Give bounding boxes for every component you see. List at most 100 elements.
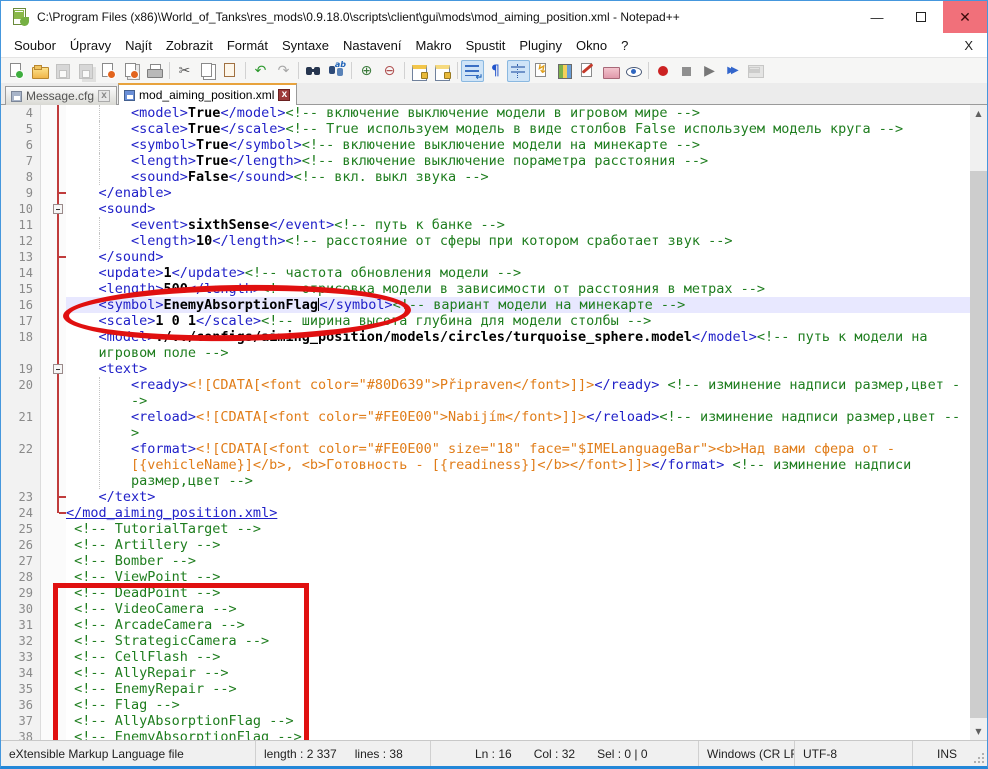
fold-margin[interactable] [50, 137, 66, 153]
code-line-30[interactable]: 30<!-- VideoCamera --> [1, 601, 970, 617]
code-line-33[interactable]: 33<!-- CellFlash --> [1, 649, 970, 665]
code-line-37[interactable]: 37<!-- AllyAbsorptionFlag --> [1, 713, 970, 729]
scroll-down-arrow[interactable]: ▼ [970, 723, 987, 740]
fold-margin[interactable] [50, 617, 66, 633]
bookmark-margin[interactable] [41, 297, 50, 313]
code-line-34[interactable]: 34<!-- AllyRepair --> [1, 665, 970, 681]
fold-margin[interactable] [50, 649, 66, 665]
line-text[interactable]: <length>500</length><!-- отрисовка модел… [66, 281, 968, 297]
redo-button[interactable]: ↷ [272, 60, 295, 82]
bookmark-margin[interactable] [41, 281, 50, 297]
cut-button[interactable]: ✂ [173, 60, 196, 82]
menu-item-nastaveni[interactable]: Nastavení [336, 35, 409, 56]
bookmark-margin[interactable] [41, 441, 50, 489]
fold-margin[interactable] [50, 169, 66, 185]
line-text[interactable]: <scale>True</scale><!-- True используем … [66, 121, 968, 137]
code-line-4[interactable]: 4<model>True</model><!-- включение выклю… [1, 105, 970, 121]
bookmark-margin[interactable] [41, 553, 50, 569]
vertical-scrollbar[interactable]: ▲ ▼ [970, 105, 987, 740]
code-line-7[interactable]: 7<length>True</length><!-- включение вык… [1, 153, 970, 169]
bookmark-margin[interactable] [41, 105, 50, 121]
tab-message-cfg[interactable]: Message.cfgx [5, 86, 117, 105]
line-text[interactable]: <length>10</length><!-- расстояние от сф… [66, 233, 968, 249]
bookmark-margin[interactable] [41, 569, 50, 585]
fold-margin[interactable] [50, 569, 66, 585]
bookmark-margin[interactable] [41, 185, 50, 201]
scroll-up-arrow[interactable]: ▲ [970, 105, 987, 122]
maximize-button[interactable] [899, 1, 943, 33]
code-line-22[interactable]: 22<format><![CDATA[<font color="#FE0E00"… [1, 441, 970, 489]
code-line-27[interactable]: 27<!-- Bomber --> [1, 553, 970, 569]
fold-margin[interactable] [50, 585, 66, 601]
fold-margin[interactable] [50, 185, 66, 201]
macro-stop-button[interactable] [675, 60, 698, 82]
fold-margin[interactable] [50, 281, 66, 297]
document-close-x[interactable]: X [956, 38, 981, 53]
bookmark-margin[interactable] [41, 713, 50, 729]
code-line-28[interactable]: 28<!-- ViewPoint --> [1, 569, 970, 585]
line-text[interactable]: <model>./../configs/aiming_position/mode… [66, 329, 968, 361]
fold-margin[interactable] [50, 377, 66, 409]
code-line-6[interactable]: 6<symbol>True</symbol><!-- включение вык… [1, 137, 970, 153]
bookmark-margin[interactable] [41, 505, 50, 521]
line-text[interactable]: <symbol>EnemyAbsorptionFlag</symbol><!--… [66, 297, 968, 313]
bookmark-margin[interactable] [41, 137, 50, 153]
line-text[interactable]: <!-- AllyRepair --> [66, 665, 968, 681]
bookmark-margin[interactable] [41, 537, 50, 553]
line-text[interactable]: </mod_aiming_position.xml> [66, 505, 968, 521]
line-text[interactable]: <!-- EnemyRepair --> [66, 681, 968, 697]
line-text[interactable]: <!-- StrategicCamera --> [66, 633, 968, 649]
fold-margin[interactable] [50, 697, 66, 713]
sync-v-button[interactable] [408, 60, 431, 82]
code-line-36[interactable]: 36<!-- Flag --> [1, 697, 970, 713]
code-line-14[interactable]: 14<update>1</update><!-- частота обновле… [1, 265, 970, 281]
tab-close-icon[interactable]: x [278, 89, 290, 101]
new-file-button[interactable] [5, 60, 28, 82]
macro-play-button[interactable]: ▶ [698, 60, 721, 82]
menu-item-zobrazit[interactable]: Zobrazit [159, 35, 220, 56]
fold-margin[interactable] [50, 201, 66, 217]
bookmark-margin[interactable] [41, 217, 50, 233]
fold-margin[interactable] [50, 441, 66, 489]
close-all-button[interactable] [120, 60, 143, 82]
line-text[interactable]: <!-- EnemyAbsorptionFlag --> [66, 729, 968, 740]
fold-margin[interactable] [50, 681, 66, 697]
bookmark-margin[interactable] [41, 521, 50, 537]
bookmark-margin[interactable] [41, 265, 50, 281]
menu-item-makro[interactable]: Makro [409, 35, 459, 56]
fold-margin[interactable] [50, 633, 66, 649]
bookmark-margin[interactable] [41, 409, 50, 441]
menu-item-okno[interactable]: Okno [569, 35, 614, 56]
code-line-29[interactable]: 29<!-- DeadPoint --> [1, 585, 970, 601]
fold-margin[interactable] [50, 329, 66, 361]
indent-guide-button[interactable] [507, 60, 530, 82]
code-line-5[interactable]: 5<scale>True</scale><!-- True используем… [1, 121, 970, 137]
bookmark-margin[interactable] [41, 153, 50, 169]
copy-button[interactable] [196, 60, 219, 82]
bookmark-margin[interactable] [41, 329, 50, 361]
line-text[interactable]: <!-- ViewPoint --> [66, 569, 968, 585]
line-text[interactable]: <!-- Artillery --> [66, 537, 968, 553]
close-file-button[interactable] [97, 60, 120, 82]
zoom-in-button[interactable]: ⊕ [355, 60, 378, 82]
minimize-button[interactable]: — [855, 1, 899, 33]
line-text[interactable]: <reload><![CDATA[<font color="#FE0E00">N… [66, 409, 968, 441]
line-text[interactable]: <event>sixthSense</event><!-- путь к бан… [66, 217, 968, 233]
code-line-19[interactable]: 19<text> [1, 361, 970, 377]
fold-margin[interactable] [50, 361, 66, 377]
tab-mod-aiming-position-xml[interactable]: mod_aiming_position.xmlx [118, 83, 297, 105]
find-button[interactable] [302, 60, 325, 82]
code-line-18[interactable]: 18<model>./../configs/aiming_position/mo… [1, 329, 970, 361]
line-text[interactable]: <!-- DeadPoint --> [66, 585, 968, 601]
macro-run-multiple-button[interactable]: ▶▶ [721, 60, 744, 82]
line-text[interactable]: <!-- AllyAbsorptionFlag --> [66, 713, 968, 729]
menu-item-format[interactable]: Formát [220, 35, 275, 56]
code-line-38[interactable]: 38<!-- EnemyAbsorptionFlag --> [1, 729, 970, 740]
fold-margin[interactable] [50, 729, 66, 740]
macro-record-button[interactable] [652, 60, 675, 82]
bookmark-margin[interactable] [41, 377, 50, 409]
code-line-13[interactable]: 13</sound> [1, 249, 970, 265]
bookmark-margin[interactable] [41, 249, 50, 265]
bookmark-margin[interactable] [41, 665, 50, 681]
menu-item-najit[interactable]: Najít [118, 35, 159, 56]
